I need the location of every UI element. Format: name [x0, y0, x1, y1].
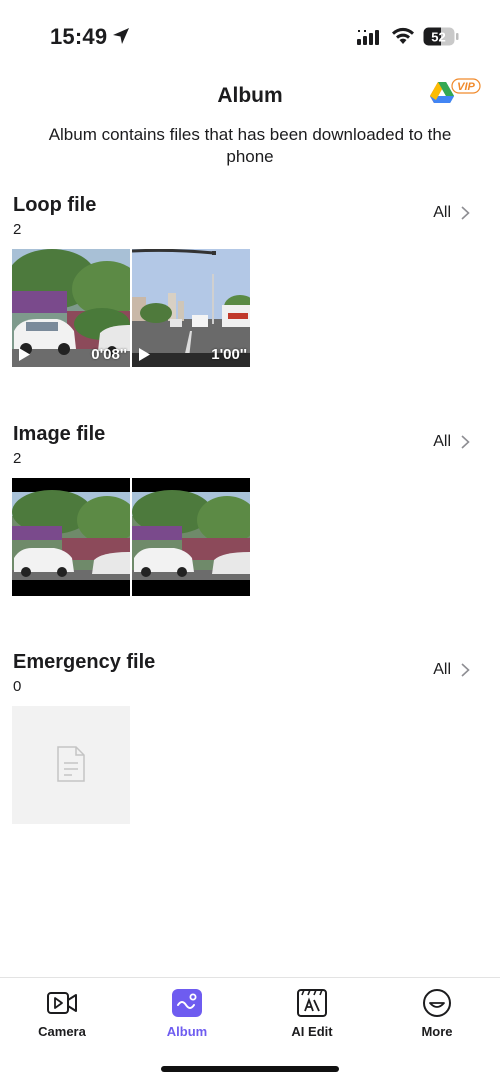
document-icon	[57, 746, 85, 782]
photo-roadside	[132, 478, 250, 596]
tab-ai-edit[interactable]: AI Edit	[262, 988, 362, 1039]
album-description: Album contains files that has been downl…	[48, 125, 452, 166]
vip-label: VIP	[457, 81, 475, 93]
status-time: 15:49	[50, 24, 108, 49]
loop-file-section: Loop file 2 All 0'08'' 1'00''	[0, 194, 500, 370]
page-title: Album	[217, 84, 283, 107]
chevron-right-icon	[461, 435, 470, 449]
cellular-signal-icon	[357, 30, 379, 45]
section-title: Loop file	[13, 194, 97, 216]
video-camera-icon	[47, 992, 77, 1014]
section-title: Image file	[13, 423, 106, 445]
all-label: All	[433, 433, 451, 450]
album-icon	[172, 989, 202, 1017]
play-icon	[19, 348, 30, 361]
emergency-file-section: Emergency file 0 All	[0, 651, 500, 827]
image-thumbnail[interactable]	[12, 478, 130, 596]
tab-album[interactable]: Album	[137, 988, 237, 1039]
chevron-right-icon	[461, 663, 470, 677]
battery-icon: 52	[423, 27, 459, 46]
section-count: 2	[13, 221, 22, 238]
tab-label: AI Edit	[291, 1024, 333, 1039]
tab-label: Album	[166, 1024, 208, 1039]
image-all-link[interactable]: All	[433, 433, 470, 451]
image-thumbnail[interactable]	[132, 478, 250, 596]
google-drive-icon	[430, 82, 454, 103]
loop-video-thumbnail[interactable]: 1'00''	[132, 249, 250, 367]
tab-more[interactable]: More	[387, 988, 487, 1039]
tab-label: More	[421, 1024, 453, 1039]
empty-placeholder	[12, 706, 130, 824]
section-count: 0	[13, 678, 22, 695]
play-icon	[139, 348, 150, 361]
all-label: All	[433, 661, 451, 678]
photo-roadside	[12, 478, 130, 596]
image-file-section: Image file 2 All	[0, 423, 500, 599]
tab-label: Camera	[38, 1024, 86, 1039]
loop-video-thumbnail[interactable]: 0'08''	[12, 249, 130, 367]
video-duration: 0'08''	[91, 346, 127, 363]
emergency-all-link[interactable]: All	[433, 661, 470, 679]
status-bar: 15:49 52	[0, 0, 500, 70]
battery-level: 52	[431, 30, 445, 45]
location-arrow-icon	[113, 28, 129, 44]
loop-all-link[interactable]: All	[433, 204, 470, 222]
vip-badge[interactable]: VIP	[428, 76, 482, 112]
smiley-icon	[423, 989, 451, 1017]
chevron-right-icon	[461, 206, 470, 220]
section-count: 2	[13, 450, 22, 467]
section-title: Emergency file	[13, 651, 156, 673]
wifi-icon	[392, 27, 414, 44]
all-label: All	[433, 204, 451, 221]
tab-camera[interactable]: Camera	[12, 988, 112, 1039]
ai-edit-icon	[297, 989, 327, 1017]
home-indicator[interactable]	[161, 1066, 339, 1072]
video-duration: 1'00''	[211, 346, 247, 363]
